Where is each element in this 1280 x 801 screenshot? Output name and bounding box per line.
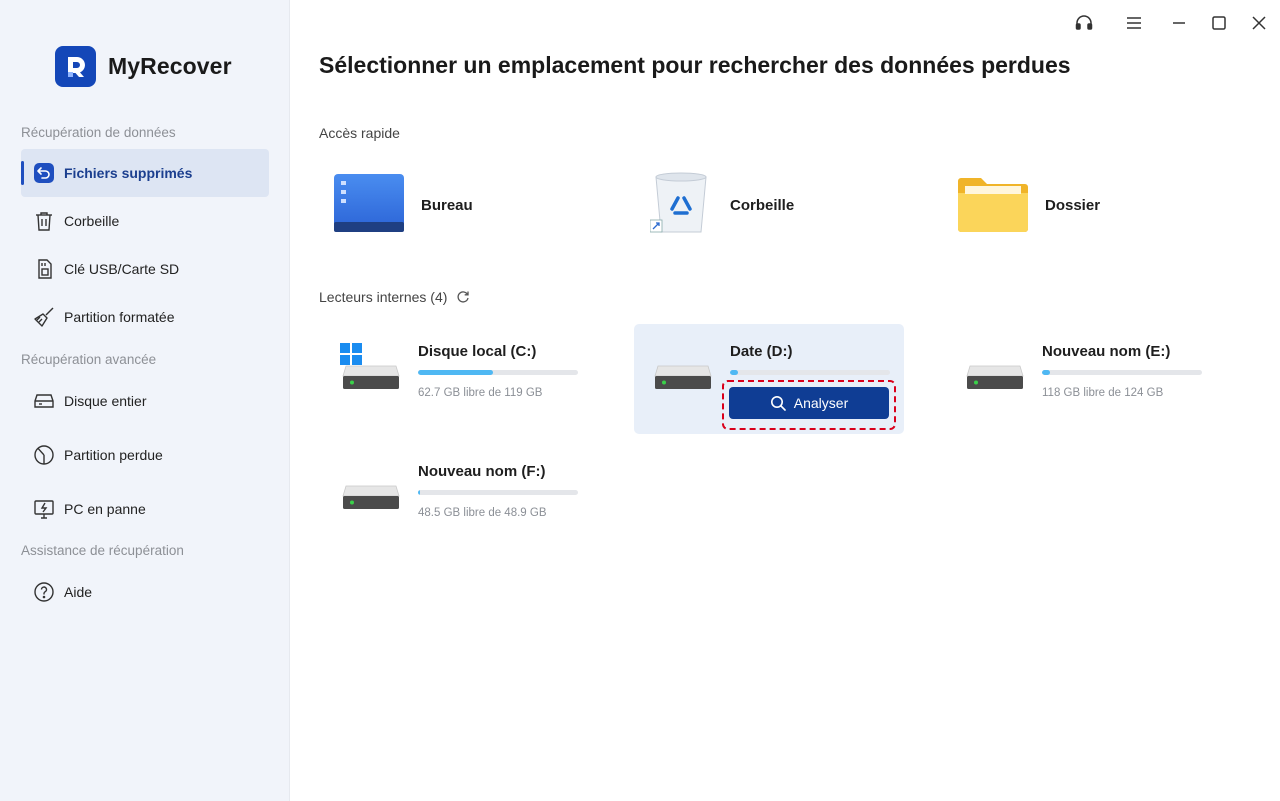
internal-drives-header: Lecteurs internes (4) (319, 289, 470, 305)
drive-usage-bar (1042, 370, 1202, 375)
sidebar-item-label: Partition perdue (64, 447, 163, 463)
section-title-recovery-assistance: Assistance de récupération (21, 543, 184, 558)
hard-drive-icon (654, 364, 712, 395)
sidebar-item-whole-disk[interactable]: Disque entier (21, 377, 269, 425)
drive-usage-fill (1042, 370, 1050, 375)
sidebar-item-label: Clé USB/Carte SD (64, 261, 180, 277)
drive-usage-fill (730, 370, 738, 375)
quick-access-label-folder: Dossier (1045, 196, 1101, 214)
drive-name: Disque local (C:) (418, 343, 537, 360)
quick-access-label: Accès rapide (319, 125, 400, 141)
broom-icon (32, 305, 56, 329)
desktop-icon (333, 172, 405, 239)
search-icon (770, 395, 786, 411)
drive-free-space: 62.7 GB libre de 119 GB (418, 387, 543, 399)
sidebar-item-label: PC en panne (64, 501, 146, 517)
partition-icon (32, 443, 56, 467)
sidebar-item-label: Disque entier (64, 393, 147, 409)
sidebar-item-label: Fichiers supprimés (64, 165, 193, 181)
drive-free-space: 48.5 GB libre de 48.9 GB (418, 507, 547, 519)
app-name: MyRecover (108, 53, 232, 79)
section-title-data-recovery: Récupération de données (21, 125, 176, 140)
quick-access-desktop[interactable]: Bureau (333, 165, 473, 245)
menu-icon[interactable] (1121, 10, 1147, 36)
hard-drive-icon (966, 364, 1024, 395)
drive-card-e[interactable]: Nouveau nom (E:) 118 GB libre de 124 GB (946, 324, 1216, 434)
scan-button-label: Analyser (793, 395, 849, 411)
close-icon[interactable] (1246, 10, 1272, 36)
app-logo: MyRecover (55, 46, 232, 87)
sidebar-item-recycle-bin[interactable]: Corbeille (21, 197, 269, 245)
sidebar-item-label: Corbeille (64, 213, 120, 229)
folder-icon (957, 171, 1029, 240)
drive-card-c[interactable]: Disque local (C:) 62.7 GB libre de 119 G… (322, 324, 592, 434)
trash-icon (32, 209, 56, 233)
hard-disk-icon (32, 389, 56, 413)
help-icon (32, 580, 56, 604)
quick-access-label-recycle-bin: Corbeille (730, 196, 795, 214)
myrecover-logo-icon (55, 46, 96, 87)
sidebar-item-lost-partition[interactable]: Partition perdue (21, 431, 269, 479)
drive-name: Nouveau nom (E:) (1042, 343, 1171, 360)
restore-file-icon (32, 161, 56, 185)
sd-card-icon (32, 257, 56, 281)
drive-card-f[interactable]: Nouveau nom (F:) 48.5 GB libre de 48.9 G… (322, 444, 592, 554)
recycle-bin-icon (649, 170, 714, 241)
crashed-pc-icon (32, 497, 56, 521)
support-headset-icon[interactable] (1071, 10, 1097, 36)
windows-logo-icon (340, 343, 362, 370)
sidebar-item-deleted-files[interactable]: Fichiers supprimés (21, 149, 269, 197)
drive-usage-bar (418, 490, 578, 495)
scan-button[interactable]: Analyser (729, 387, 889, 419)
drive-usage-fill (418, 370, 494, 375)
scan-button-highlight: Analyser (722, 380, 896, 430)
drive-name: Date (D:) (730, 343, 793, 360)
page-title: Sélectionner un emplacement pour recherc… (319, 52, 1071, 78)
hard-drive-icon (342, 484, 400, 515)
drive-usage-bar (418, 370, 578, 375)
section-title-advanced-recovery: Récupération avancée (21, 352, 157, 367)
sidebar-item-label: Aide (64, 584, 93, 600)
sidebar-item-crashed-pc[interactable]: PC en panne (21, 485, 269, 533)
sidebar-item-usb-sd[interactable]: Clé USB/Carte SD (21, 245, 269, 293)
internal-drives-label: Lecteurs internes (4) (319, 289, 448, 305)
quick-access-folder[interactable]: Dossier (957, 165, 1100, 245)
drive-name: Nouveau nom (F:) (418, 463, 546, 480)
refresh-icon[interactable] (456, 290, 470, 304)
drive-usage-bar (730, 370, 890, 375)
drive-free-space: 118 GB libre de 124 GB (1042, 387, 1164, 399)
maximize-icon[interactable] (1206, 10, 1232, 36)
sidebar-item-help[interactable]: Aide (21, 568, 269, 616)
minimize-icon[interactable] (1166, 10, 1192, 36)
sidebar-item-formatted-partition[interactable]: Partition formatée (21, 293, 269, 341)
sidebar-item-label: Partition formatée (64, 309, 175, 325)
sidebar: MyRecover Récupération de données Fichie… (0, 0, 290, 801)
quick-access-recycle-bin[interactable]: Corbeille (649, 165, 795, 245)
quick-access-label-desktop: Bureau (421, 196, 473, 214)
drive-usage-fill (418, 490, 420, 495)
